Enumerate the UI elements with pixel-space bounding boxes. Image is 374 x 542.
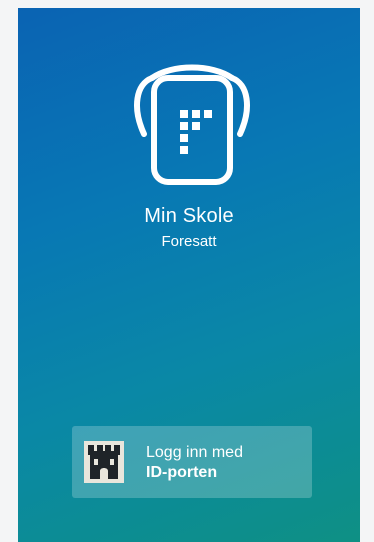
login-label-line2: ID-porten: [146, 464, 218, 481]
login-id-porten-button[interactable]: Logg inn med ID-porten: [72, 426, 312, 498]
login-screen: Min Skole Foresatt Logg inn med ID-porte…: [18, 8, 360, 542]
login-label-line1: Logg inn med: [146, 444, 243, 461]
id-porten-castle-icon: [84, 441, 124, 483]
app-subtitle: Foresatt: [161, 233, 217, 250]
login-button-text: Logg inn med ID-porten: [146, 443, 243, 483]
app-title: Min Skole: [144, 205, 234, 227]
backpack-logo-icon: [122, 56, 262, 186]
